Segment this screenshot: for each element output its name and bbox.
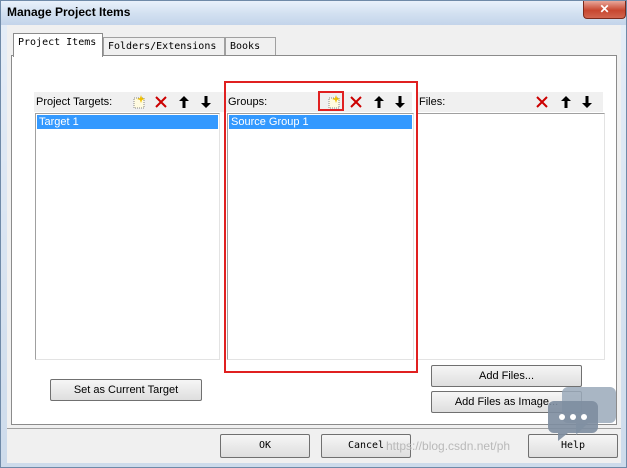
- close-button[interactable]: ✕: [583, 1, 626, 19]
- delete-target-icon[interactable]: [152, 93, 170, 111]
- move-target-down-icon[interactable]: [197, 93, 215, 111]
- targets-list[interactable]: Target 1: [35, 113, 220, 360]
- chat-bubble-icon: [548, 383, 618, 443]
- move-file-down-icon[interactable]: [578, 93, 596, 111]
- files-list[interactable]: [417, 113, 605, 360]
- targets-label: Project Targets:: [36, 96, 113, 108]
- dialog-title: Manage Project Items: [7, 5, 131, 19]
- ok-button[interactable]: OK: [220, 434, 310, 458]
- targets-header: Project Targets:: [34, 92, 224, 112]
- move-target-up-icon[interactable]: [175, 93, 193, 111]
- files-label: Files:: [419, 96, 446, 108]
- title-bar[interactable]: Manage Project Items ✕: [1, 1, 626, 25]
- watermark: https://blog.csdn.net/ph: [386, 439, 511, 453]
- set-current-target-button[interactable]: Set as Current Target: [50, 379, 202, 401]
- button-separator: [7, 428, 621, 429]
- new-target-icon[interactable]: [130, 93, 148, 111]
- groups-highlight-box: [224, 81, 418, 373]
- tab-folders-extensions[interactable]: Folders/Extensions: [103, 37, 225, 56]
- new-group-highlight-box: [318, 91, 344, 111]
- files-header: Files:: [417, 92, 603, 112]
- delete-file-icon[interactable]: [533, 93, 551, 111]
- manage-project-items-dialog: Manage Project Items ✕ Project Items Fol…: [0, 0, 627, 468]
- tab-books[interactable]: Books: [225, 37, 276, 56]
- list-item-target[interactable]: Target 1: [37, 115, 218, 129]
- tab-project-items[interactable]: Project Items: [13, 33, 103, 57]
- move-file-up-icon[interactable]: [557, 93, 575, 111]
